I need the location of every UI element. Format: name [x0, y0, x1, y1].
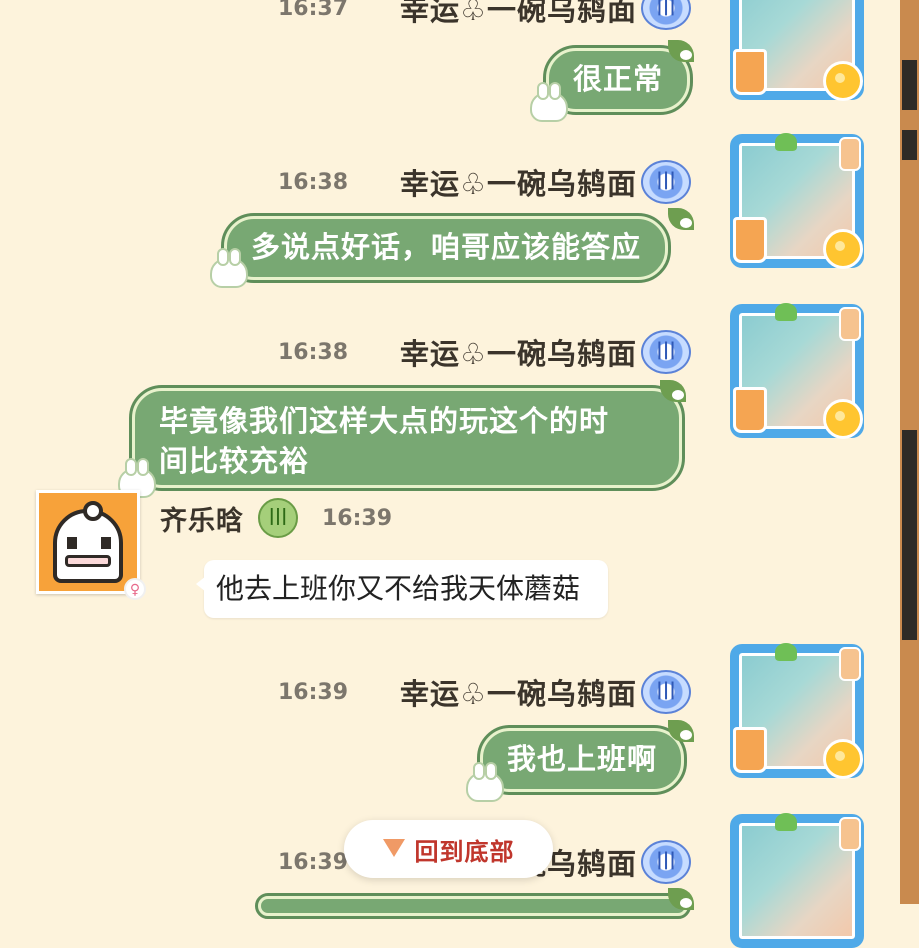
juice-cup-icon [733, 217, 767, 263]
wing-badge-icon [641, 0, 692, 30]
message-text-line: 毕竟像我们这样大点的玩这个的时 [159, 404, 610, 438]
bunny-decoration-icon [210, 248, 248, 288]
avatar[interactable] [36, 490, 140, 594]
heart-down-icon [382, 839, 405, 859]
message-bubble[interactable] [255, 893, 691, 919]
avatar[interactable] [730, 0, 864, 101]
edge-strip [902, 60, 917, 110]
message-bubble[interactable]: 我也上班啊 [476, 725, 688, 795]
clover-icon [775, 303, 797, 321]
message-time: 16:38 [278, 169, 349, 195]
right-edge-panel [900, 0, 919, 904]
female-gender-icon: ♀ [124, 578, 146, 600]
message-time: 16:37 [278, 0, 349, 21]
message-time: 16:39 [278, 679, 349, 705]
message-text: 多说点好话，咱哥应该能答应 [251, 230, 642, 264]
avatar[interactable] [730, 133, 864, 269]
sender-name[interactable]: 幸运♧一碗乌鸫面 [400, 671, 637, 713]
message-text-line: 间比较充裕 [159, 444, 310, 478]
back-to-bottom-label: 回到底部 [414, 837, 515, 866]
message-time: 16:39 [278, 849, 349, 875]
bottle-icon [839, 647, 861, 681]
sender-name[interactable]: 幸运♧一碗乌鸫面 [400, 161, 637, 203]
message-bubble[interactable]: 他去上班你又不给我天体蘑菇 [195, 560, 609, 618]
message-meta: 16:38 幸运♧一碗乌鸫面 [278, 160, 692, 204]
wing-badge-icon [641, 330, 692, 374]
orange-slice-icon [823, 229, 863, 269]
mascot-mouth [65, 555, 111, 567]
sender-name[interactable]: 齐乐晗 [160, 499, 244, 538]
mascot-face-icon [53, 501, 123, 583]
message-meta: 16:38 幸运♧一碗乌鸫面 [278, 330, 692, 374]
leaf-decoration-icon [668, 208, 694, 230]
message-time: 16:38 [278, 339, 349, 365]
level-badge-icon [258, 498, 298, 538]
clover-icon [775, 133, 797, 151]
orange-slice-icon [823, 399, 863, 439]
message-bubble[interactable]: 多说点好话，咱哥应该能答应 [220, 213, 672, 283]
avatar[interactable] [730, 643, 864, 779]
message-text: 他去上班你又不给我天体蘑菇 [216, 572, 581, 605]
juice-cup-icon [733, 727, 767, 773]
wing-badge-icon [641, 670, 692, 714]
wing-badge-icon [641, 160, 692, 204]
wing-badge-icon [641, 840, 692, 884]
juice-cup-icon [733, 387, 767, 433]
clover-icon [775, 813, 797, 831]
message-time: 16:39 [322, 505, 393, 531]
sender-name[interactable]: 幸运♧一碗乌鸫面 [400, 0, 637, 29]
bunny-decoration-icon [530, 82, 568, 122]
bunny-decoration-icon [466, 762, 504, 802]
sender-name[interactable]: 幸运♧一碗乌鸫面 [400, 331, 637, 373]
avatar[interactable] [730, 813, 864, 948]
bottle-icon [839, 137, 861, 171]
orange-slice-icon [823, 61, 863, 101]
message-meta: 齐乐晗 16:39 [160, 498, 392, 538]
message-meta: 16:39 幸运♧一碗乌鸫面 [278, 670, 692, 714]
message-bubble[interactable]: 毕竟像我们这样大点的玩这个的时 间比较充裕 [129, 385, 685, 491]
back-to-bottom-button[interactable]: 回到底部 [344, 820, 553, 878]
orange-slice-icon [823, 739, 863, 779]
message-text: 我也上班啊 [507, 742, 658, 776]
mascot-eyes [67, 537, 111, 549]
message-bubble[interactable]: 很正常 [542, 45, 694, 115]
bottle-icon [839, 817, 861, 851]
edge-strip [902, 430, 917, 640]
message-text: 很正常 [573, 62, 664, 96]
edge-strip [902, 130, 917, 160]
avatar[interactable] [730, 303, 864, 439]
clover-icon [775, 643, 797, 661]
juice-cup-icon [733, 49, 767, 95]
bottle-icon [839, 307, 861, 341]
message-meta: 16:37 幸运♧一碗乌鸫面 [278, 0, 692, 30]
